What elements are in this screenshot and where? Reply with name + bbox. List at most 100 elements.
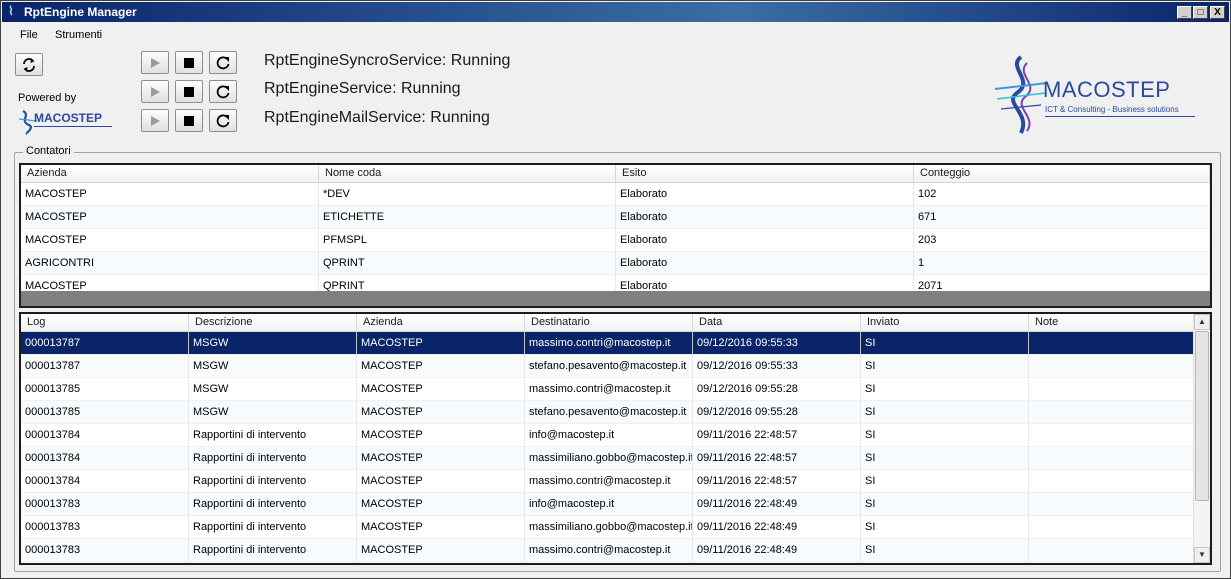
play-icon xyxy=(151,57,160,68)
log-row[interactable]: 000013783 Rapportini di intervento MACOSTE… xyxy=(21,539,1196,562)
counters-body: MACOSTEP *DEV Elaborato 102 MACOSTEP ETICHETT… xyxy=(21,183,1210,298)
restart-syncro-button[interactable] xyxy=(209,51,237,74)
log-row[interactable]: 000013785 MSGW MACOSTEP stefano.pesavento@m… xyxy=(21,401,1196,424)
log-cell: Rapportini di intervento xyxy=(189,562,357,563)
log-row[interactable]: 000013783 Rapportini di intervento MACOSTE… xyxy=(21,493,1196,516)
log-grid[interactable]: Log Descrizione Azienda Destinatario Data Inv… xyxy=(19,312,1212,565)
log-col-header[interactable]: Destinatario xyxy=(525,314,693,331)
title-bar[interactable]: ⌇ RptEngine Manager _ □ X xyxy=(2,2,1229,22)
minimize-icon: _ xyxy=(1181,7,1188,18)
counters-cell: Elaborato xyxy=(616,183,914,205)
counters-col-header[interactable]: Nome coda xyxy=(319,165,616,182)
counters-row[interactable]: MACOSTEP ETICHETTE Elaborato 671 xyxy=(21,206,1210,229)
logo-tagline: ICT & Consulting - Business solutions xyxy=(1045,105,1179,114)
log-cell: SI xyxy=(861,539,1029,561)
log-vertical-scrollbar[interactable]: ▲ ▼ xyxy=(1193,314,1210,563)
log-col-header[interactable]: Descrizione xyxy=(189,314,357,331)
restart-engine-button[interactable] xyxy=(209,80,237,103)
log-cell: massimo.contri@macostep.it xyxy=(525,332,693,354)
log-cell: MSGW xyxy=(189,355,357,377)
log-col-header[interactable]: Data xyxy=(693,314,861,331)
service-status-mail: RptEngineMailService: Running xyxy=(264,109,490,126)
refresh-button[interactable] xyxy=(15,53,43,76)
counters-col-header[interactable]: Azienda xyxy=(21,165,319,182)
log-cell: SI xyxy=(861,516,1029,538)
log-cell xyxy=(1029,539,1196,561)
menu-file[interactable]: File xyxy=(20,29,38,41)
restart-mail-button[interactable] xyxy=(209,109,237,132)
log-row[interactable]: 000013787 MSGW MACOSTEP stefano.pesavento@m… xyxy=(21,355,1196,378)
log-row[interactable]: 000013783 Rapportini di intervento MACOSTE… xyxy=(21,516,1196,539)
start-mail-button[interactable] xyxy=(141,109,169,132)
scroll-down-button[interactable]: ▼ xyxy=(1194,547,1210,563)
counters-grid[interactable]: Azienda Nome coda Esito Conteggio MACOSTEP *… xyxy=(19,163,1212,308)
log-cell: MACOSTEP xyxy=(357,470,525,492)
log-row[interactable]: 000013785 MSGW MACOSTEP massimo.contri@maco… xyxy=(21,378,1196,401)
counters-cell: QPRINT xyxy=(319,252,616,274)
scroll-thumb[interactable] xyxy=(1195,331,1209,501)
scroll-up-button[interactable]: ▲ xyxy=(1194,314,1210,330)
logo-text: MACOSTEP xyxy=(1043,77,1171,102)
log-cell: 000013785 xyxy=(21,378,189,400)
counters-cell: AGRICONTRI xyxy=(21,252,319,274)
log-cell: stefano.pesavento@macostep.it xyxy=(525,401,693,423)
log-row[interactable]: 000013782Rapportini di interventoMACOSTE… xyxy=(21,562,1196,563)
counters-col-header[interactable]: Conteggio xyxy=(914,165,1210,182)
log-cell: Rapportini di intervento xyxy=(189,470,357,492)
log-cell: Rapportini di intervento xyxy=(189,424,357,446)
log-cell: 000013783 xyxy=(21,516,189,538)
log-row[interactable]: 000013787 MSGW MACOSTEP massimo.contri@maco… xyxy=(21,332,1196,355)
log-cell: Rapportini di intervento xyxy=(189,447,357,469)
log-cell: MACOSTEP xyxy=(357,447,525,469)
main-window: ⌇ RptEngine Manager _ □ X File Strumenti… xyxy=(0,0,1231,579)
counters-row[interactable]: MACOSTEP *DEV Elaborato 102 xyxy=(21,183,1210,206)
log-cell: 09/11/2016 22:48:57 xyxy=(693,424,861,446)
log-col-header[interactable]: Azienda xyxy=(357,314,525,331)
start-engine-button[interactable] xyxy=(141,80,169,103)
log-cell xyxy=(1029,332,1196,354)
log-cell: 09/11/2016 22:48:49 xyxy=(693,562,861,563)
close-button[interactable]: X xyxy=(1210,6,1225,19)
log-cell: massimo.contri@macostep.it xyxy=(525,470,693,492)
log-cell xyxy=(1029,355,1196,377)
counters-row[interactable]: MACOSTEP PFMSPL Elaborato 203 xyxy=(21,229,1210,252)
counters-col-header[interactable]: Esito xyxy=(616,165,914,182)
logo-swirl-icon xyxy=(994,55,1048,134)
log-col-header[interactable]: Note xyxy=(1029,314,1196,331)
stop-syncro-button[interactable] xyxy=(175,51,203,74)
log-cell: 000013784 xyxy=(21,447,189,469)
log-cell: 09/11/2016 22:48:49 xyxy=(693,493,861,515)
log-cell: Rapportini di intervento xyxy=(189,493,357,515)
start-syncro-button[interactable] xyxy=(141,51,169,74)
stop-icon xyxy=(184,86,194,97)
log-row[interactable]: 000013784 Rapportini di intervento MACOSTE… xyxy=(21,447,1196,470)
log-cell: 000013784 xyxy=(21,470,189,492)
stop-mail-button[interactable] xyxy=(175,109,203,132)
log-cell: MSGW xyxy=(189,401,357,423)
log-col-header[interactable]: Log xyxy=(21,314,189,331)
contatori-label: Contatori xyxy=(23,145,74,157)
minimize-button[interactable]: _ xyxy=(1177,6,1192,19)
counters-cell: Elaborato xyxy=(616,206,914,228)
counters-row[interactable]: AGRICONTRI QPRINT Elaborato 1 xyxy=(21,252,1210,275)
logo-rule xyxy=(1045,116,1195,117)
log-cell: MACOSTEP xyxy=(357,516,525,538)
log-cell: info@macostep.it xyxy=(525,562,693,563)
app-icon: ⌇ xyxy=(8,4,14,18)
log-col-header[interactable]: Inviato xyxy=(861,314,1029,331)
counters-cell: PFMSPL xyxy=(319,229,616,251)
menu-strumenti[interactable]: Strumenti xyxy=(55,29,102,41)
log-cell xyxy=(1029,424,1196,446)
stop-engine-button[interactable] xyxy=(175,80,203,103)
log-cell: stefano.pesavento@macostep.it xyxy=(525,355,693,377)
restart-icon xyxy=(216,56,230,69)
log-row[interactable]: 000013784 Rapportini di intervento MACOSTE… xyxy=(21,424,1196,447)
counters-cell: 102 xyxy=(914,183,1210,205)
log-cell: MSGW xyxy=(189,332,357,354)
restart-icon xyxy=(216,114,230,127)
log-row[interactable]: 000013784 Rapportini di intervento MACOSTE… xyxy=(21,470,1196,493)
maximize-button[interactable]: □ xyxy=(1193,6,1208,19)
log-cell: 09/11/2016 22:48:57 xyxy=(693,447,861,469)
log-cell: MACOSTEP xyxy=(357,424,525,446)
service-status-syncro: RptEngineSyncroService: Running xyxy=(264,52,511,69)
